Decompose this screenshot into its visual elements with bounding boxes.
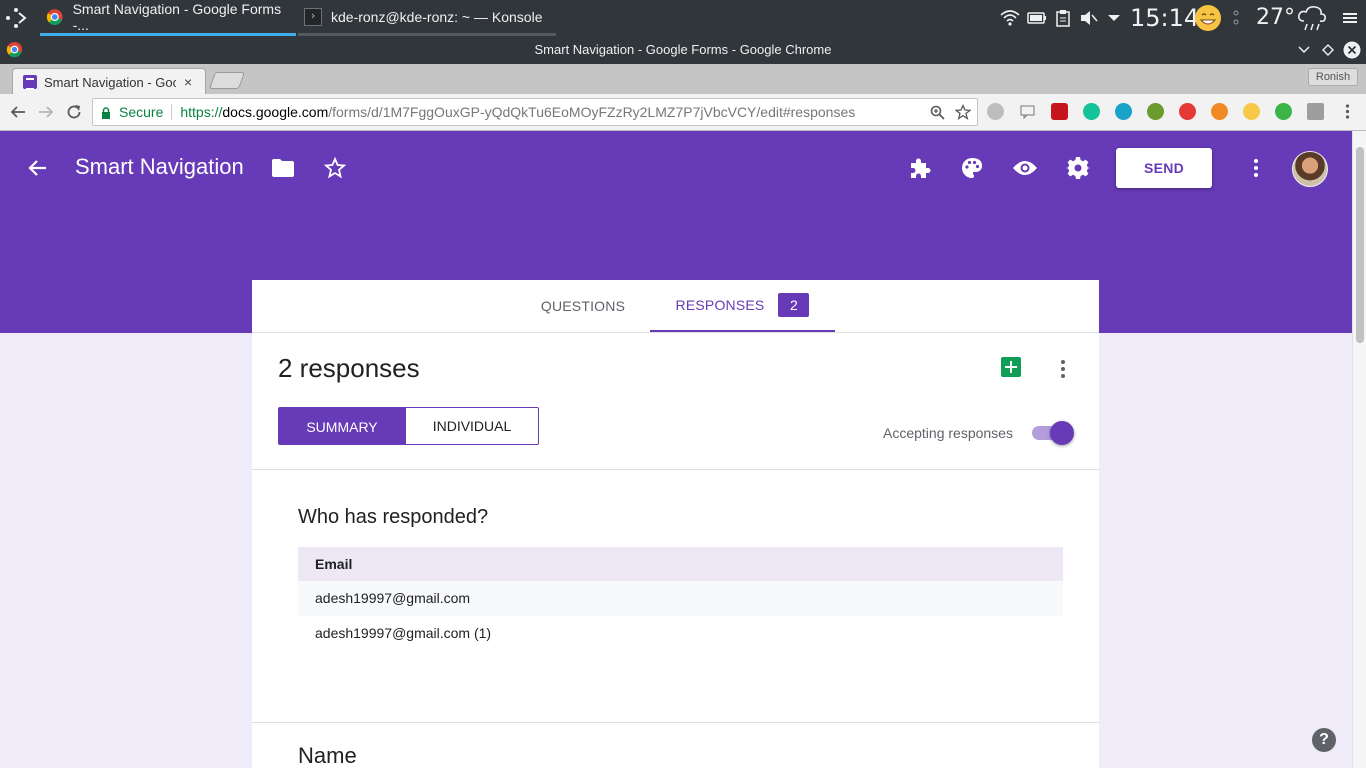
- minimize-icon[interactable]: [1294, 40, 1314, 60]
- url-text[interactable]: https://docs.google.com/forms/d/1M7FggOu…: [180, 104, 880, 120]
- tab-questions[interactable]: QUESTIONS: [522, 280, 644, 332]
- browser-toolbar: Secure https://docs.google.com/forms/d/1…: [0, 94, 1366, 131]
- browser-tab-active[interactable]: Smart Navigation - Google Forms ×: [12, 68, 206, 95]
- weather-small-icon: [1232, 8, 1240, 28]
- browser-tab-strip: Smart Navigation - Google Forms × Ronish: [0, 64, 1366, 95]
- clipboard-icon[interactable]: [1053, 8, 1073, 28]
- extension-orange-icon[interactable]: [1211, 103, 1228, 120]
- extension-bug-icon[interactable]: [1147, 103, 1164, 120]
- individual-toggle-button[interactable]: INDIVIDUAL: [405, 407, 539, 445]
- preview-eye-icon[interactable]: [1012, 155, 1038, 181]
- reload-icon[interactable]: [64, 102, 84, 122]
- lock-icon: [101, 106, 111, 119]
- new-tab-button[interactable]: [208, 72, 246, 89]
- chrome-menu-icon[interactable]: [1339, 103, 1356, 120]
- addons-puzzle-icon[interactable]: [907, 155, 933, 181]
- question-summary-card: Name: [252, 723, 1099, 768]
- url-host: docs.google.com: [222, 104, 329, 120]
- wifi-icon[interactable]: [1000, 8, 1020, 28]
- tray-expand-icon[interactable]: [1104, 8, 1124, 28]
- taskbar-task-chrome[interactable]: Smart Navigation - Google Forms -...: [40, 0, 296, 36]
- grammarly-icon[interactable]: [1083, 103, 1100, 120]
- temperature[interactable]: 27°: [1256, 5, 1295, 30]
- responses-count-title: 2 responses: [278, 353, 420, 383]
- help-icon[interactable]: ?: [1312, 728, 1336, 752]
- summary-toggle-button[interactable]: SUMMARY: [278, 407, 406, 445]
- address-bar[interactable]: Secure https://docs.google.com/forms/d/1…: [92, 98, 978, 126]
- application-launcher-icon[interactable]: [4, 6, 30, 30]
- back-arrow-icon[interactable]: [8, 102, 28, 122]
- scrollbar-thumb[interactable]: [1356, 147, 1364, 343]
- bookmark-star-icon[interactable]: [954, 103, 972, 123]
- taskbar-task-konsole[interactable]: › kde-ronz@kde-ronz: ~ — Konsole: [298, 0, 556, 36]
- close-icon[interactable]: [1342, 40, 1362, 60]
- more-vert-icon[interactable]: [1243, 155, 1269, 181]
- battery-icon[interactable]: [1027, 8, 1047, 28]
- cloud-rain-icon[interactable]: [1296, 3, 1328, 33]
- taskbar-task-label: kde-ronz@kde-ronz: ~ — Konsole: [331, 8, 543, 25]
- page-scrollbar[interactable]: [1352, 131, 1366, 768]
- terminal-icon: ›: [304, 7, 322, 26]
- extension-check-icon[interactable]: [1275, 103, 1292, 120]
- window-titlebar[interactable]: Smart Navigation - Google Forms - Google…: [0, 36, 1366, 64]
- url-path: /forms/d/1M7FggOuxGP-yQdQkTu6EoMOyFZzRy2…: [328, 104, 856, 120]
- google-forms-icon: [23, 75, 37, 90]
- responses-count-badge: 2: [778, 293, 810, 317]
- star-icon[interactable]: [322, 155, 348, 181]
- extension-gray-icon[interactable]: [987, 103, 1004, 120]
- toggle-knob: [1050, 421, 1074, 445]
- taskbar: Smart Navigation - Google Forms -... › k…: [0, 0, 1366, 36]
- avatar[interactable]: [1292, 151, 1328, 187]
- form-title[interactable]: Smart Navigation: [75, 154, 244, 180]
- settings-gear-icon[interactable]: [1065, 155, 1091, 181]
- extension-m-icon[interactable]: [1115, 103, 1132, 120]
- opera-icon[interactable]: [1179, 103, 1196, 120]
- window-title: Smart Navigation - Google Forms - Google…: [534, 42, 832, 57]
- extension-red-icon[interactable]: [1051, 103, 1068, 120]
- respondents-title: Who has responded?: [298, 506, 489, 528]
- tab-responses[interactable]: RESPONSES 2: [650, 280, 835, 332]
- question-title: Name: [298, 743, 357, 768]
- google-sheets-icon[interactable]: [1001, 357, 1021, 377]
- panel-menu-icon[interactable]: [1340, 8, 1360, 28]
- chrome-icon: [46, 8, 63, 25]
- extension-chat-icon[interactable]: [1019, 103, 1036, 120]
- more-vert-icon[interactable]: [1053, 357, 1073, 381]
- browser-tab-label: Smart Navigation - Google Forms: [44, 74, 176, 90]
- tab-close-icon[interactable]: ×: [184, 74, 192, 90]
- volume-muted-icon[interactable]: [1079, 8, 1099, 28]
- url-scheme: https://: [180, 104, 223, 120]
- forward-arrow-icon[interactable]: [36, 102, 56, 122]
- divider: [171, 104, 173, 120]
- tab-responses-label: RESPONSES: [675, 297, 765, 313]
- emoji-face-icon[interactable]: [1193, 3, 1223, 33]
- form-tabs-card: QUESTIONS RESPONSES 2: [252, 280, 1099, 333]
- respondents-table: Email adesh19997@gmail.com adesh19997@gm…: [298, 547, 1063, 651]
- accepting-responses-label: Accepting responses: [883, 425, 1013, 441]
- palette-icon[interactable]: [959, 155, 985, 181]
- maximize-icon[interactable]: [1318, 40, 1338, 60]
- respondents-card: Who has responded? Email adesh19997@gmai…: [252, 470, 1099, 723]
- extension-gmail-icon[interactable]: [1307, 103, 1324, 120]
- secure-label: Secure: [119, 104, 164, 120]
- zoom-icon[interactable]: [930, 105, 945, 123]
- responses-summary-card: 2 responses SUMMARY INDIVIDUAL Accepting…: [252, 333, 1099, 470]
- profile-button[interactable]: Ronish: [1308, 68, 1358, 86]
- table-header-email: Email: [298, 547, 1063, 581]
- taskbar-task-label: Smart Navigation - Google Forms -...: [72, 0, 282, 33]
- accepting-responses-toggle[interactable]: [1032, 421, 1074, 445]
- clock[interactable]: 15:14: [1130, 4, 1199, 32]
- table-row[interactable]: adesh19997@gmail.com: [298, 581, 1063, 616]
- extension-yellow-icon[interactable]: [1243, 103, 1260, 120]
- table-row[interactable]: adesh19997@gmail.com (1): [298, 616, 1063, 651]
- back-arrow-icon[interactable]: [26, 156, 50, 180]
- folder-icon[interactable]: [270, 155, 296, 181]
- send-button[interactable]: SEND: [1116, 148, 1212, 188]
